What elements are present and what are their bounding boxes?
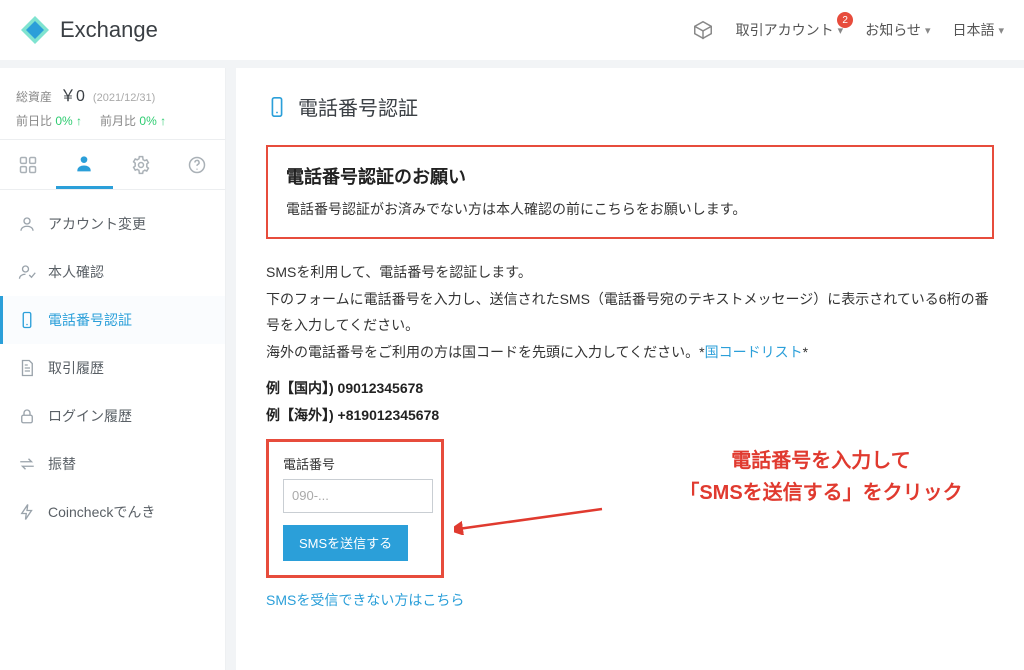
chevron-down-icon: ▾ (925, 24, 931, 37)
phone-icon (18, 311, 36, 329)
mom-value: 0% ↑ (139, 114, 166, 128)
sidebar-item-label: アカウント変更 (48, 214, 146, 234)
user-outline-icon (18, 215, 36, 233)
dod-value: 0% ↑ (55, 114, 82, 128)
grid-icon (18, 155, 38, 175)
transfer-icon (18, 455, 36, 473)
chevron-down-icon: ▾ (998, 24, 1004, 37)
main-content: 電話番号認証 電話番号認証のお願い 電話番号認証がお済みでない方は本人確認の前に… (236, 68, 1024, 670)
example-domestic: 例【国内】) 09012345678 (266, 375, 994, 402)
sidebar-item-identity[interactable]: 本人確認 (0, 248, 225, 296)
page-title: 電話番号認証 (266, 92, 994, 121)
brand[interactable]: Exchange (20, 15, 158, 45)
sidebar-item-label: 振替 (48, 454, 76, 474)
sidebar: 総資産 ￥0 (2021/12/31) 前日比 0% ↑ 前月比 0% ↑ (0, 68, 226, 670)
mom-label: 前月比 (100, 114, 136, 128)
total-assets-label: 総資産 (16, 88, 52, 105)
document-icon (18, 359, 36, 377)
notice-text: 電話番号認証がお済みでない方は本人確認の前にこちらをお願いします。 (286, 199, 974, 219)
sidebar-item-label: Coincheckでんき (48, 502, 155, 522)
bolt-icon (18, 503, 36, 521)
package-icon[interactable] (692, 19, 714, 41)
help-icon (187, 155, 207, 175)
sidebar-item-account-change[interactable]: アカウント変更 (0, 200, 225, 248)
notices-menu-label: お知らせ (865, 20, 921, 40)
sidebar-item-coincheck-denki[interactable]: Coincheckでんき (0, 488, 225, 536)
phone-icon (266, 96, 288, 118)
sidebar-item-label: 本人確認 (48, 262, 104, 282)
lock-icon (18, 407, 36, 425)
sidebar-item-label: 取引履歴 (48, 358, 104, 378)
sidebar-icon-tabs (0, 140, 225, 190)
tab-dashboard[interactable] (0, 140, 56, 189)
send-sms-button[interactable]: SMSを送信する (283, 525, 408, 561)
notification-badge: 2 (837, 12, 853, 28)
dod-label: 前日比 (16, 114, 52, 128)
sidebar-item-login-history[interactable]: ログイン履歴 (0, 392, 225, 440)
instruction-text: SMSを利用して、電話番号を認証します。 下のフォームに電話番号を入力し、送信さ… (266, 259, 994, 365)
user-icon (74, 153, 94, 173)
top-right-nav: 取引アカウント ▾ 2 お知らせ ▾ 日本語 ▾ (692, 19, 1004, 41)
user-check-icon (18, 263, 36, 281)
language-menu[interactable]: 日本語 ▾ (952, 20, 1004, 40)
top-bar: Exchange 取引アカウント ▾ 2 お知らせ ▾ 日本語 ▾ (0, 0, 1024, 60)
sidebar-menu: アカウント変更 本人確認 電話番号認証 取引履歴 ログイン履歴 振替 (0, 190, 225, 536)
phone-form-box: 電話番号 SMSを送信する (266, 439, 444, 578)
notice-box: 電話番号認証のお願い 電話番号認証がお済みでない方は本人確認の前にこちらをお願い… (266, 145, 994, 239)
sidebar-item-phone-verify[interactable]: 電話番号認証 (0, 296, 225, 344)
country-code-link[interactable]: 国コードリスト (705, 344, 803, 360)
tab-settings[interactable] (113, 140, 169, 189)
sms-help-link[interactable]: SMSを受信できない方はこちら (266, 590, 994, 610)
account-menu-label: 取引アカウント (736, 20, 834, 40)
sidebar-item-transfer[interactable]: 振替 (0, 440, 225, 488)
sidebar-item-trade-history[interactable]: 取引履歴 (0, 344, 225, 392)
notices-menu[interactable]: お知らせ ▾ (865, 20, 930, 40)
sidebar-item-label: ログイン履歴 (48, 406, 132, 426)
page-title-text: 電話番号認証 (298, 92, 418, 121)
tab-account[interactable] (56, 140, 112, 189)
phone-label: 電話番号 (283, 454, 427, 473)
gear-icon (131, 155, 151, 175)
account-menu[interactable]: 取引アカウント ▾ 2 (736, 20, 844, 40)
notice-title: 電話番号認証のお願い (286, 163, 974, 189)
sidebar-item-label: 電話番号認証 (48, 310, 132, 330)
total-assets-value: ￥0 (60, 82, 85, 106)
brand-name: Exchange (60, 17, 158, 43)
phone-input[interactable] (283, 479, 433, 513)
assets-summary: 総資産 ￥0 (2021/12/31) 前日比 0% ↑ 前月比 0% ↑ (0, 68, 225, 140)
total-assets-date: (2021/12/31) (93, 92, 155, 104)
language-menu-label: 日本語 (952, 20, 994, 40)
example-intl: 例【海外】) +819012345678 (266, 402, 994, 429)
brand-logo-icon (20, 15, 50, 45)
callout-text: 電話番号を入力して 「SMSを送信する」をクリック (606, 445, 1024, 509)
tab-help[interactable] (169, 140, 225, 189)
arrow-icon (454, 505, 604, 535)
callout-wrapper: 電話番号 SMSを送信する 電話番号を入力して 「SMSを送信する」をクリック (266, 439, 994, 578)
